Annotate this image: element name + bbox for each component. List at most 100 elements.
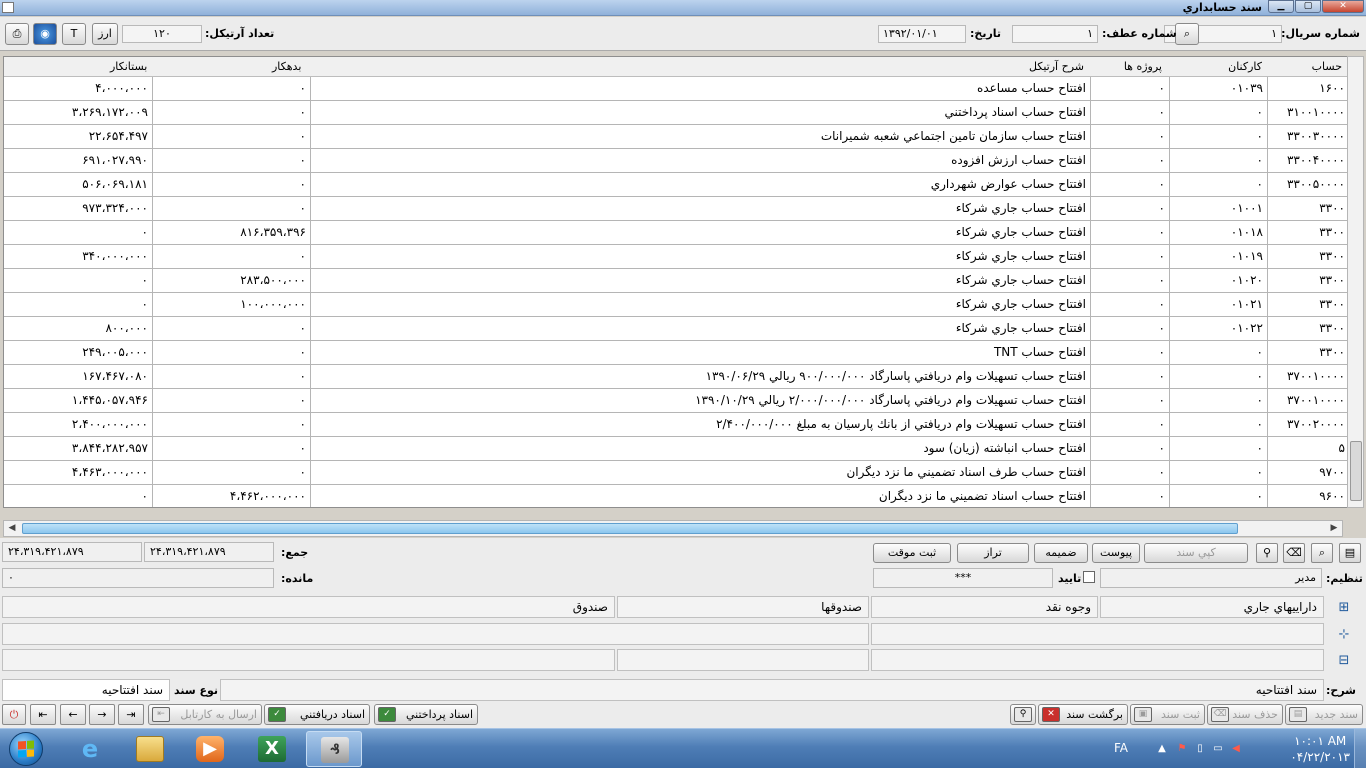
cell-description[interactable]: افتتاح حساب جاري شركاء: [311, 317, 1091, 340]
send-cartable-button[interactable]: ⇤ ارسال به كارتابل: [148, 704, 262, 725]
cell-credit[interactable]: ۳،۲۶۹،۱۷۲،۰۰۹: [4, 101, 153, 124]
cell-debit[interactable]: ۰: [153, 101, 311, 124]
cell-account[interactable]: ۳۳۰۰: [1268, 269, 1348, 292]
cell-debit[interactable]: ۰: [153, 389, 311, 412]
detail-level-4[interactable]: [617, 649, 869, 671]
cell-project[interactable]: ۰: [1091, 173, 1170, 196]
lookup-button[interactable]: ⌕: [1175, 23, 1199, 45]
detail-level-2[interactable]: [2, 623, 869, 645]
cell-description[interactable]: افتتاح حساب جاري شركاء: [311, 197, 1091, 220]
taskbar-media-player[interactable]: ▶: [182, 731, 238, 767]
detail-level-3[interactable]: [871, 649, 1324, 671]
cell-debit[interactable]: ۰: [153, 461, 311, 484]
table-row[interactable]: ۳۳۰۰ ۰ ۰ افتتاح حساب TNT ۰ ۲۴۹،۰۰۵،۰۰۰: [4, 341, 1348, 365]
save-doc-button[interactable]: ▣ ثبت سند: [1130, 704, 1205, 725]
table-row[interactable]: ۳۳۰۰ ۰۱۰۱۹ ۰ افتتاح حساب جاري شركاء ۰ ۳۴۰،۰۰۰…: [4, 245, 1348, 269]
cell-account[interactable]: ۳۳۰۰: [1268, 293, 1348, 316]
table-row[interactable]: ۹۷۰۰ ۰ ۰ افتتاح حساب طرف اسناد تضميني ما نز…: [4, 461, 1348, 485]
table-row[interactable]: ۳۷۰۰۲۰۰۰۰ ۰ ۰ افتتاح حساب تسهيلات وام درياف…: [4, 413, 1348, 437]
cell-credit[interactable]: ۰: [4, 221, 153, 244]
cell-staff[interactable]: ۰: [1170, 365, 1268, 388]
cell-project[interactable]: ۰: [1091, 293, 1170, 316]
volume-muted-icon[interactable]: ◀: [1230, 743, 1242, 755]
device-icon[interactable]: ▯: [1194, 743, 1206, 755]
account-level-1[interactable]: داراييهاي جاري: [1100, 596, 1324, 618]
balance-button[interactable]: تراز: [957, 543, 1029, 563]
cell-description[interactable]: افتتاح حساب جاري شركاء: [311, 269, 1091, 292]
cell-description[interactable]: افتتاح حساب انباشته (زيان) سود: [311, 437, 1091, 460]
articles-grid[interactable]: حساب كاركنان پروژه ها شرح آرتيكل بدهكار …: [3, 56, 1349, 508]
cell-credit[interactable]: ۹۷۳،۳۲۴،۰۰۰: [4, 197, 153, 220]
maximize-button[interactable]: ▢: [1295, 0, 1321, 13]
window-system-icon[interactable]: [2, 2, 14, 13]
cell-account[interactable]: ۳۳۰۰: [1268, 341, 1348, 364]
cell-description[interactable]: افتتاح حساب جاري شركاء: [311, 221, 1091, 244]
cell-description[interactable]: افتتاح حساب اسناد پرداختني: [311, 101, 1091, 124]
cell-staff[interactable]: ۰: [1170, 461, 1268, 484]
cell-debit[interactable]: ۸۱۶،۳۵۹،۳۹۶: [153, 221, 311, 244]
taskbar-explorer[interactable]: [122, 731, 178, 767]
cell-staff[interactable]: ۰: [1170, 341, 1268, 364]
cell-description[interactable]: افتتاح حساب عوارض شهرداري: [311, 173, 1091, 196]
atf-field[interactable]: ۱: [1012, 25, 1098, 43]
cell-debit[interactable]: ۰: [153, 437, 311, 460]
cell-project[interactable]: ۰: [1091, 77, 1170, 100]
receivable-docs-button[interactable]: ✓ اسناد دريافتني: [264, 704, 370, 725]
hscroll-thumb[interactable]: [22, 523, 1238, 534]
cell-debit[interactable]: ۰: [153, 197, 311, 220]
cell-account[interactable]: ۱۶۰۰: [1268, 77, 1348, 100]
cell-account[interactable]: ۳۷۰۰۱۰۰۰۰: [1268, 389, 1348, 412]
next-record-button[interactable]: →: [89, 704, 115, 725]
col-header-projects[interactable]: پروژه ها: [1124, 60, 1162, 73]
copy-doc-button[interactable]: كپي سند: [1144, 543, 1248, 563]
cell-debit[interactable]: ۲۸۳،۵۰۰،۰۰۰: [153, 269, 311, 292]
temp-save-button[interactable]: ثبت موقت: [873, 543, 951, 563]
account-tree-icon[interactable]: ⊞: [1335, 600, 1353, 616]
cell-project[interactable]: ۰: [1091, 341, 1170, 364]
last-record-button[interactable]: ⇥: [118, 704, 144, 725]
table-row[interactable]: ۳۳۰۰۵۰۰۰۰ ۰ ۰ افتتاح حساب عوارض شهرداري ۰ ۵۰۶…: [4, 173, 1348, 197]
cell-staff[interactable]: ۰: [1170, 389, 1268, 412]
cell-credit[interactable]: ۰: [4, 485, 153, 507]
cell-account[interactable]: ۹۶۰۰: [1268, 485, 1348, 507]
account-level-4[interactable]: صندوق: [2, 596, 615, 618]
vscroll-thumb[interactable]: [1350, 441, 1362, 501]
preview-button[interactable]: ⌕: [1311, 543, 1333, 563]
table-row[interactable]: ۳۳۰۰ ۰۱۰۲۲ ۰ افتتاح حساب جاري شركاء ۰ ۸۰۰،۰۰۰: [4, 317, 1348, 341]
cell-project[interactable]: ۰: [1091, 245, 1170, 268]
cell-account[interactable]: ۳۳۰۰: [1268, 317, 1348, 340]
close-button[interactable]: ✕: [1322, 0, 1364, 13]
cell-staff[interactable]: ۰۱۰۱۸: [1170, 221, 1268, 244]
taskbar-accounting-app[interactable]: ₰: [306, 731, 362, 767]
cell-debit[interactable]: ۰: [153, 149, 311, 172]
cell-account[interactable]: ۳۳۰۰: [1268, 197, 1348, 220]
org-chart-icon[interactable]: ⊹: [1335, 627, 1353, 643]
cell-debit[interactable]: ۰: [153, 77, 311, 100]
cell-debit[interactable]: ۰: [153, 413, 311, 436]
taskbar-excel[interactable]: X: [244, 731, 300, 767]
cell-staff[interactable]: ۰: [1170, 149, 1268, 172]
col-header-credit[interactable]: بستانكار: [110, 60, 147, 73]
cell-account[interactable]: ۳۳۰۰: [1268, 221, 1348, 244]
cell-account[interactable]: ۳۱۰۰۱۰۰۰۰: [1268, 101, 1348, 124]
cell-project[interactable]: ۰: [1091, 389, 1170, 412]
cell-staff[interactable]: ۰: [1170, 101, 1268, 124]
cell-credit[interactable]: ۰: [4, 293, 153, 316]
cell-description[interactable]: افتتاح حساب تسهيلات وام دريافتي از بانك …: [311, 413, 1091, 436]
cell-debit[interactable]: ۰: [153, 317, 311, 340]
cell-credit[interactable]: ۳،۸۴۴،۲۸۲،۹۵۷: [4, 437, 153, 460]
delete-doc-button[interactable]: ⌫ حذف سند: [1207, 704, 1283, 725]
start-button[interactable]: [2, 730, 52, 768]
table-row[interactable]: ۳۳۰۰۳۰۰۰۰ ۰ ۰ افتتاح حساب سازمان تامين اجتم…: [4, 125, 1348, 149]
scroll-left-arrow-icon[interactable]: ◀: [5, 522, 19, 535]
cell-project[interactable]: ۰: [1091, 149, 1170, 172]
table-row[interactable]: ۱۶۰۰ ۰۱۰۳۹ ۰ افتتاح حساب مساعده ۰ ۴،۰۰۰،۰۰۰: [4, 77, 1348, 101]
cell-staff[interactable]: ۰۱۰۲۰: [1170, 269, 1268, 292]
cell-description[interactable]: افتتاح حساب اسناد تضميني ما نزد ديگران: [311, 485, 1091, 507]
cell-debit[interactable]: ۰: [153, 341, 311, 364]
cell-account[interactable]: ۳۷۰۰۲۰۰۰۰: [1268, 413, 1348, 436]
find-button[interactable]: ⚲: [1256, 543, 1278, 563]
cell-staff[interactable]: ۰۱۰۲۱: [1170, 293, 1268, 316]
payable-docs-button[interactable]: ✓ اسناد پرداختني: [374, 704, 478, 725]
cell-account[interactable]: ۳۳۰۰۵۰۰۰۰: [1268, 173, 1348, 196]
